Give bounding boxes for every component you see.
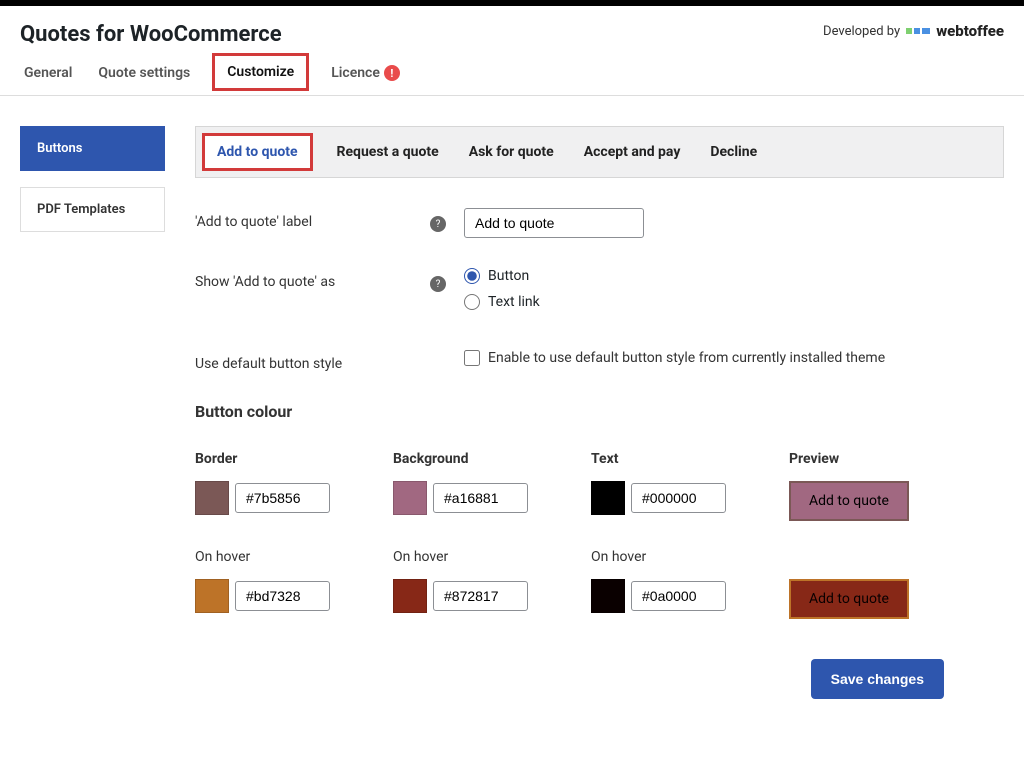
swatch-text[interactable] [591,481,625,515]
tab-licence[interactable]: Licence ! [327,55,404,93]
label-preview: Preview [789,451,987,467]
subtab-ask-for-quote[interactable]: Ask for quote [463,136,560,168]
developed-by-label: Developed by [823,24,900,39]
help-icon[interactable]: ? [430,276,446,292]
main-tabs: General Quote settings Customize Licence… [0,53,1024,96]
webtoffee-logo-icon [906,28,930,34]
warning-icon: ! [384,65,400,81]
subtab-accept-and-pay[interactable]: Accept and pay [578,136,687,168]
tab-customize[interactable]: Customize [212,53,309,91]
label-add-to-quote-label: 'Add to quote' label [195,208,430,230]
input-background-color[interactable] [433,483,528,513]
tab-licence-label: Licence [331,65,380,81]
radio-button-option[interactable]: Button [464,268,1004,284]
radio-button[interactable] [464,268,480,284]
use-default-desc: Enable to use default button style from … [488,350,885,366]
label-preview-hover [789,549,987,565]
radio-button-label: Button [488,268,529,284]
label-use-default: Use default button style [195,350,430,372]
radio-text-link-label: Text link [488,294,540,310]
radio-text-link[interactable] [464,294,480,310]
label-text-hover: On hover [591,549,789,565]
help-icon[interactable]: ? [430,216,446,232]
sidebar: Buttons PDF Templates [20,126,165,699]
swatch-border[interactable] [195,481,229,515]
subtab-add-to-quote[interactable]: Add to quote [202,133,313,171]
label-background: Background [393,451,591,467]
radio-text-link-option[interactable]: Text link [464,294,1004,310]
developed-by: Developed by webtoffee [823,22,1004,40]
swatch-background[interactable] [393,481,427,515]
input-text-hover-color[interactable] [631,581,726,611]
subtab-decline[interactable]: Decline [704,136,763,168]
brand-name: webtoffee [936,22,1004,40]
swatch-border-hover[interactable] [195,579,229,613]
sub-tabs: Add to quote Request a quote Ask for quo… [195,126,1004,178]
swatch-background-hover[interactable] [393,579,427,613]
swatch-text-hover[interactable] [591,579,625,613]
page-title: Quotes for WooCommerce [20,22,282,47]
add-to-quote-label-input[interactable] [464,208,644,238]
label-border: Border [195,451,393,467]
label-border-hover: On hover [195,549,393,565]
main-panel: Add to quote Request a quote Ask for quo… [195,126,1004,699]
use-default-checkbox[interactable] [464,350,480,366]
preview-button-hover[interactable]: Add to quote [789,579,909,619]
tab-general[interactable]: General [20,55,76,93]
color-grid: Border Background Text [195,451,1004,619]
input-background-hover-color[interactable] [433,581,528,611]
section-button-colour: Button colour [195,402,1004,421]
sidebar-item-pdf-templates[interactable]: PDF Templates [20,187,165,232]
input-border-hover-color[interactable] [235,581,330,611]
label-background-hover: On hover [393,549,591,565]
subtab-request-a-quote[interactable]: Request a quote [331,136,445,168]
label-text: Text [591,451,789,467]
preview-button-normal[interactable]: Add to quote [789,481,909,521]
input-text-color[interactable] [631,483,726,513]
tab-quote-settings[interactable]: Quote settings [94,55,194,93]
sidebar-item-buttons[interactable]: Buttons [20,126,165,171]
save-changes-button[interactable]: Save changes [811,659,944,699]
input-border-color[interactable] [235,483,330,513]
label-show-as: Show 'Add to quote' as [195,268,430,290]
